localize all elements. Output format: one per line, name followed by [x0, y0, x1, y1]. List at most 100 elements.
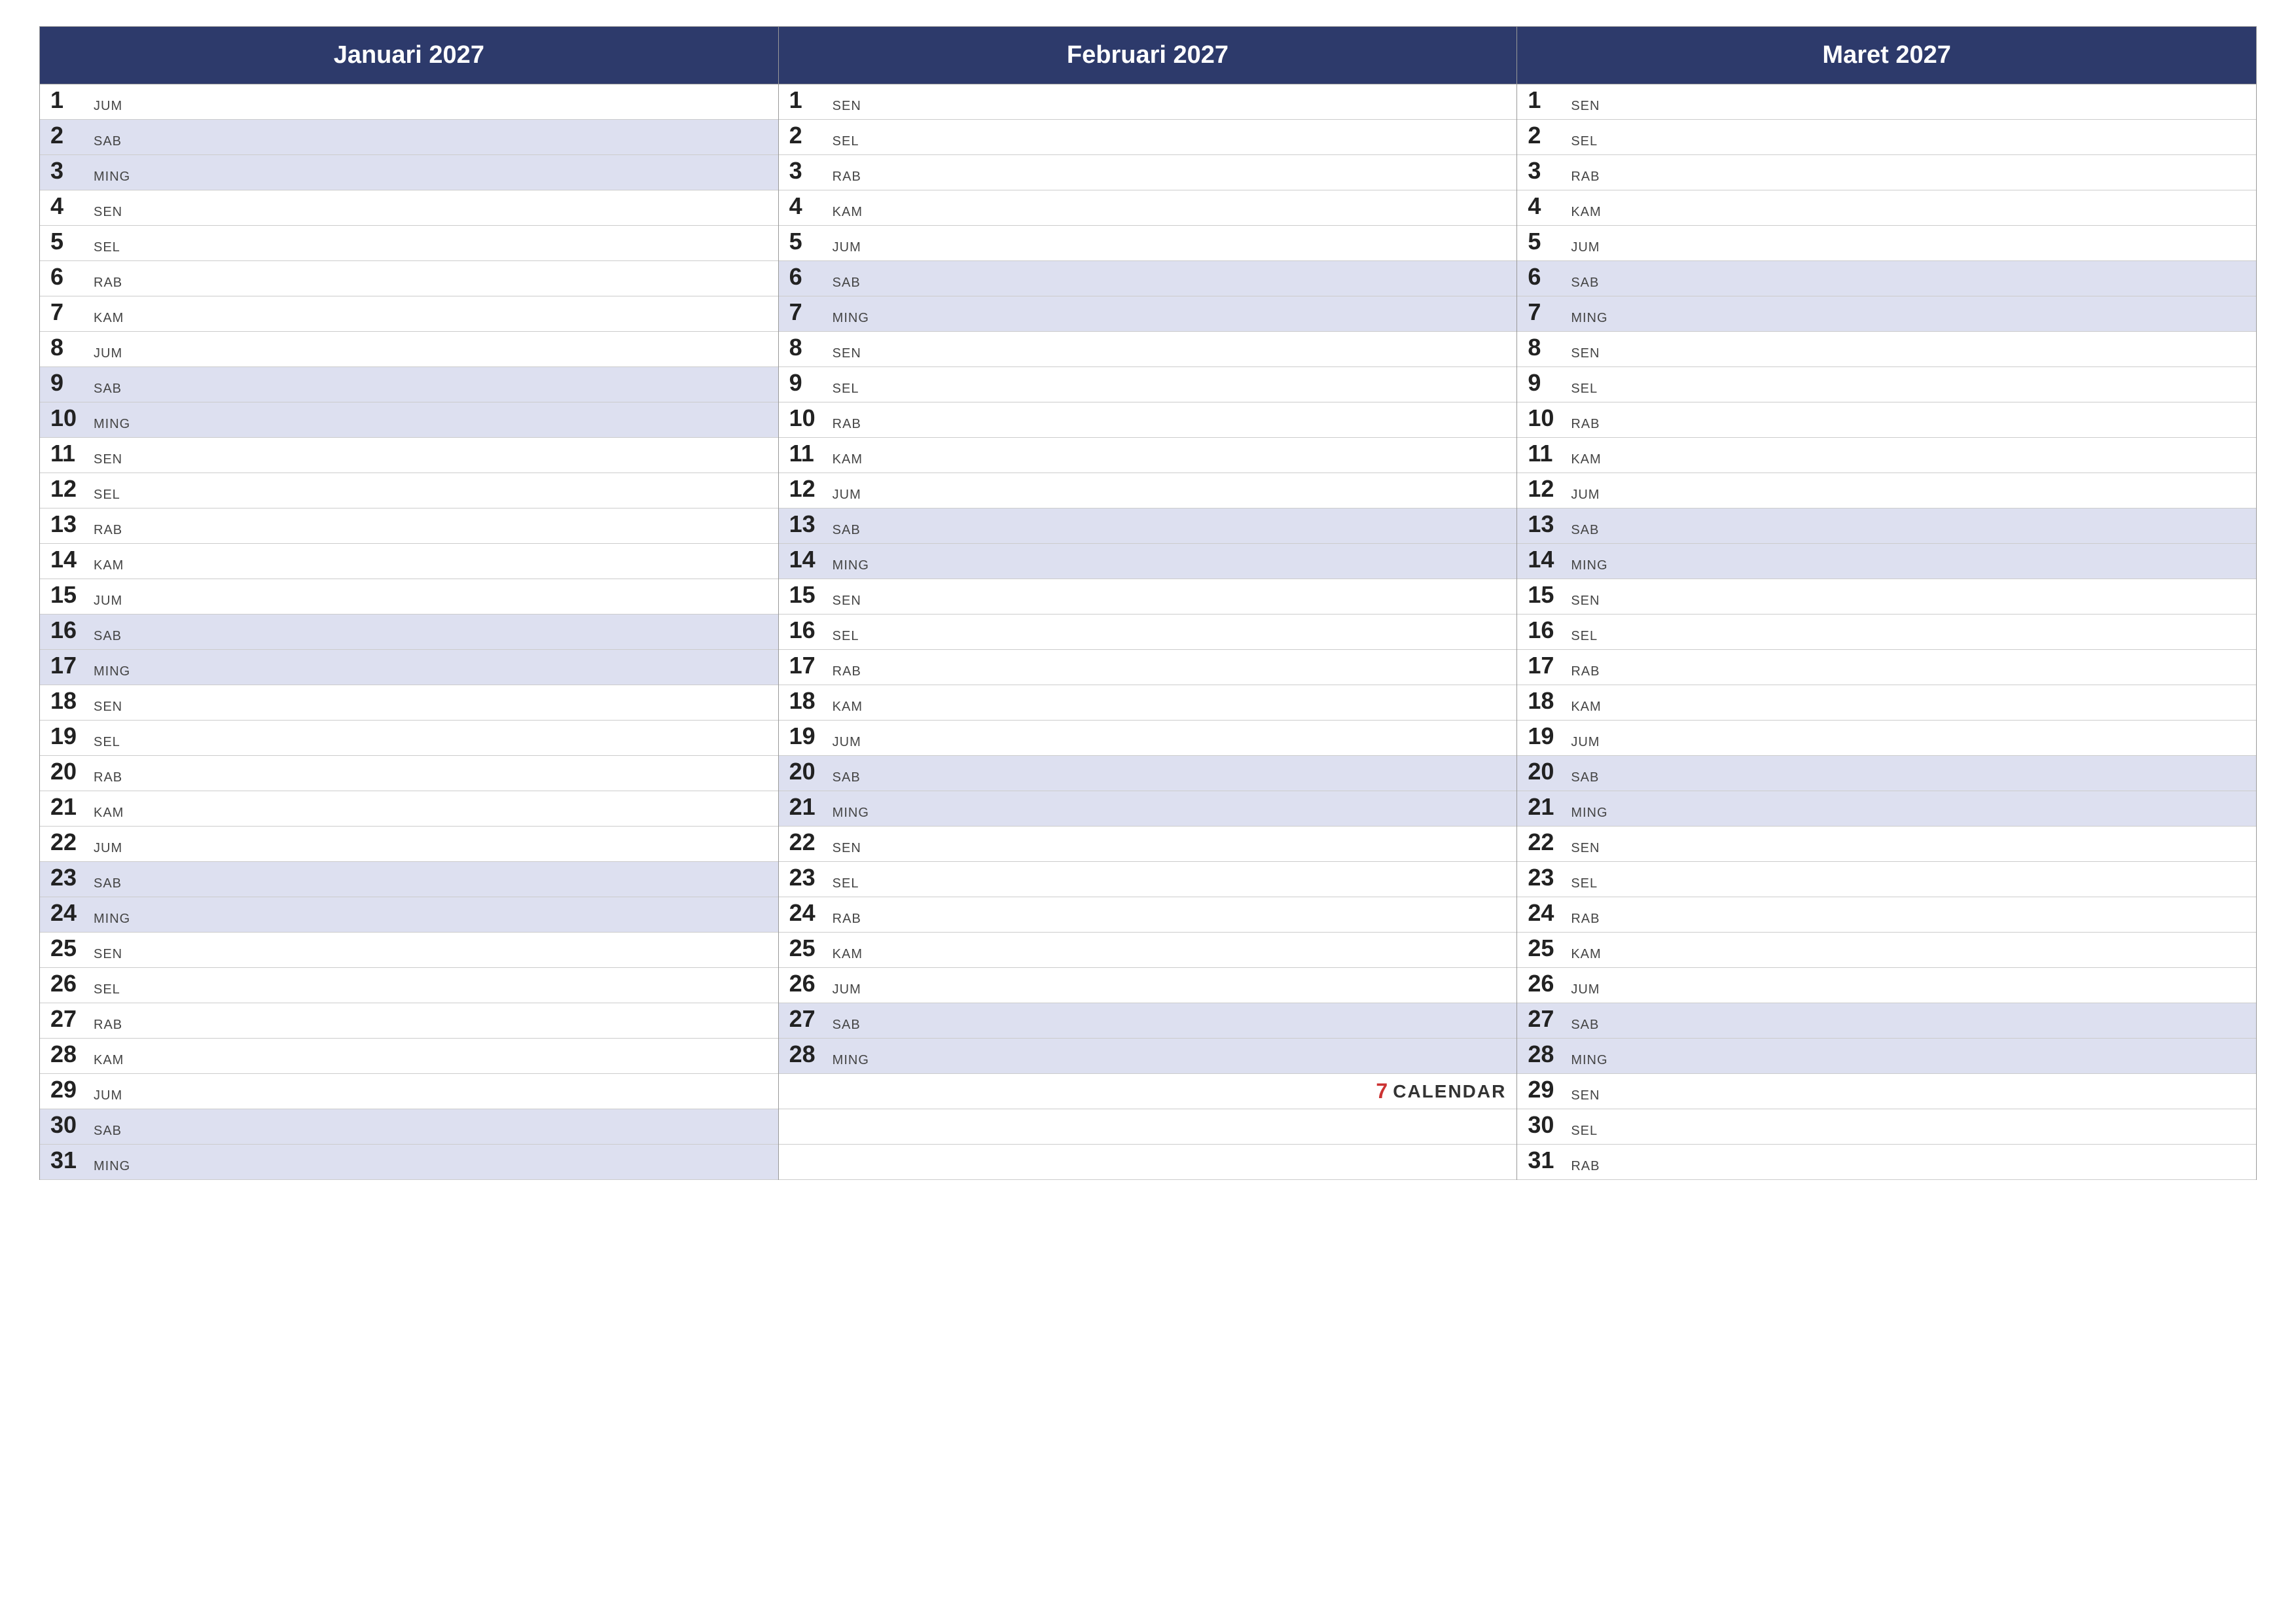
day-number: 17 [789, 652, 829, 679]
day-number: 6 [50, 264, 90, 290]
day-name: RAB [1571, 912, 1600, 927]
day-row: 28MING [779, 1039, 1517, 1074]
day-name: SAB [1571, 276, 1599, 291]
day-number: 11 [789, 440, 829, 467]
empty-row [779, 1145, 1517, 1180]
day-row: 23 SEL [1517, 862, 2256, 897]
day-number: 20 [789, 758, 829, 785]
month-header-2: Maret 2027 [1517, 27, 2256, 84]
day-row: 24 RAB [1517, 897, 2256, 933]
day-row: 5JUM [1517, 226, 2256, 261]
day-name: MING [1571, 806, 1607, 821]
day-name: JUM [94, 99, 122, 114]
day-name: SEN [1571, 99, 1600, 114]
day-name: SEN [833, 841, 861, 856]
day-name: SEL [1571, 382, 1598, 397]
day-name: RAB [1571, 664, 1600, 679]
day-number: 30 [1528, 1112, 1567, 1138]
day-row: 11KAM [1517, 438, 2256, 473]
day-number: 22 [789, 829, 829, 855]
day-row: 17 MING [40, 650, 778, 685]
day-row: 15SEN [1517, 579, 2256, 615]
day-row: 27RAB [40, 1003, 778, 1039]
day-name: RAB [94, 276, 122, 291]
day-number: 24 [1528, 900, 1567, 926]
day-number: 13 [789, 511, 829, 537]
day-row: 17RAB [779, 650, 1517, 685]
day-number: 23 [50, 865, 90, 891]
day-name: MING [833, 806, 869, 821]
day-name: MING [94, 1159, 130, 1174]
day-name: JUM [94, 594, 122, 609]
day-row: 8SEN [1517, 332, 2256, 367]
day-name: SEL [1571, 876, 1598, 891]
day-number: 5 [1528, 228, 1567, 255]
day-name: KAM [94, 311, 124, 326]
day-row: 22JUM [40, 827, 778, 862]
month-header-1: Februari 2027 [779, 27, 1517, 84]
day-name: SAB [1571, 770, 1599, 785]
day-row: 19JUM [1517, 721, 2256, 756]
day-number: 29 [50, 1077, 90, 1103]
day-row: 12SEL [40, 473, 778, 508]
day-number: 5 [50, 228, 90, 255]
day-row: 11KAM [779, 438, 1517, 473]
day-name: SAB [94, 1124, 122, 1139]
day-row: 6 SAB [1517, 261, 2256, 296]
day-number: 28 [50, 1041, 90, 1067]
day-name: SAB [833, 276, 861, 291]
day-row: 13SAB [1517, 508, 2256, 544]
day-row: 22 SEN [779, 827, 1517, 862]
day-number: 12 [789, 476, 829, 502]
day-name: JUM [94, 1088, 122, 1103]
day-row: 27SAB [1517, 1003, 2256, 1039]
day-name: JUM [833, 735, 861, 750]
day-row: 28MING [1517, 1039, 2256, 1074]
day-number: 8 [1528, 334, 1567, 361]
day-number: 19 [789, 723, 829, 749]
month-column-1: Februari 20271SEN2SEL3RAB4KAM5JUM6SAB7MI… [779, 27, 1518, 1180]
day-row: 2SEL [779, 120, 1517, 155]
day-number: 25 [50, 935, 90, 961]
day-number: 6 [1528, 264, 1567, 290]
day-name: SEL [94, 982, 120, 997]
month-header-0: Januari 2027 [40, 27, 778, 84]
day-name: MING [1571, 558, 1607, 573]
day-row: 8SEN [779, 332, 1517, 367]
day-row: 25SEN [40, 933, 778, 968]
day-row: 20SAB [779, 756, 1517, 791]
day-row: 9SAB [40, 367, 778, 402]
month-column-0: Januari 20271JUM2SAB3MING4SEN5SEL6RAB7KA… [40, 27, 779, 1180]
day-row: 25KAM [779, 933, 1517, 968]
day-name: SEL [94, 488, 120, 503]
day-number: 18 [50, 688, 90, 714]
day-row: 16SAB [40, 615, 778, 650]
branding-row: 7CALENDAR [779, 1074, 1517, 1109]
day-name: SAB [94, 134, 122, 149]
day-row: 24RAB [779, 897, 1517, 933]
day-number: 7 [789, 299, 829, 325]
day-row: 4SEN [40, 190, 778, 226]
day-number: 10 [1528, 405, 1567, 431]
day-row: 3MING [40, 155, 778, 190]
day-row: 7MING [779, 296, 1517, 332]
day-number: 12 [1528, 476, 1567, 502]
day-name: SEN [94, 700, 122, 715]
calendar-grid: Januari 20271JUM2SAB3MING4SEN5SEL6RAB7KA… [39, 26, 2257, 1180]
day-name: SAB [94, 876, 122, 891]
day-name: KAM [94, 558, 124, 573]
day-row: 12JUM [1517, 473, 2256, 508]
day-number: 17 [50, 652, 90, 679]
day-number: 28 [789, 1041, 829, 1067]
day-number: 23 [1528, 865, 1567, 891]
day-number: 22 [50, 829, 90, 855]
day-row: 5SEL [40, 226, 778, 261]
day-number: 23 [789, 865, 829, 891]
day-row: 4KAM [1517, 190, 2256, 226]
day-name: JUM [1571, 982, 1600, 997]
day-number: 24 [50, 900, 90, 926]
day-name: MING [94, 664, 130, 679]
day-number: 26 [50, 971, 90, 997]
day-name: RAB [1571, 1159, 1600, 1174]
day-name: KAM [94, 806, 124, 821]
